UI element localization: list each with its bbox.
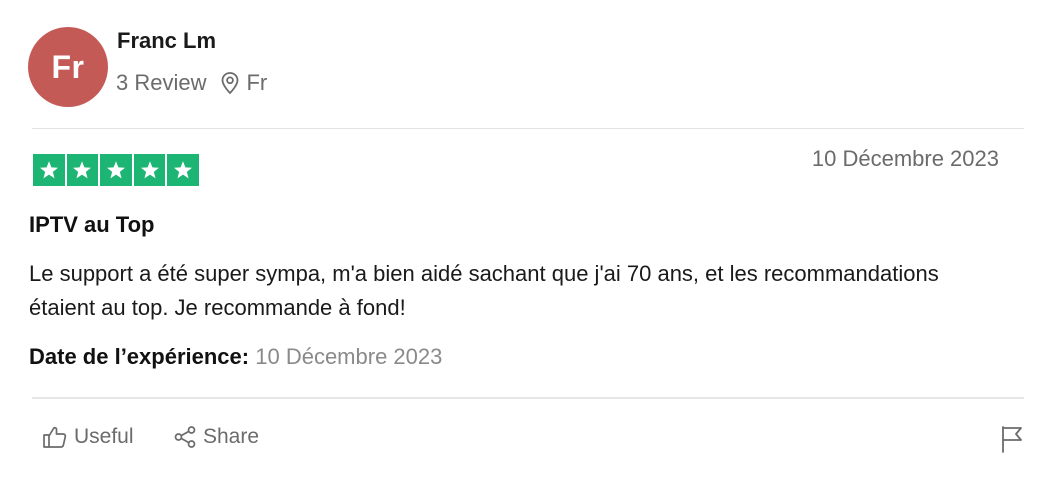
reviewer-name[interactable]: Franc Lm xyxy=(117,28,216,54)
review-date: 10 Décembre 2023 xyxy=(811,146,999,171)
experience-date-value: 10 Décembre 2023 xyxy=(255,344,443,369)
avatar[interactable]: Fr xyxy=(28,27,108,107)
reviewer-meta: 3 Review Fr xyxy=(116,70,267,96)
divider xyxy=(32,128,1024,129)
star-rating xyxy=(33,154,199,186)
reviewer-location: Fr xyxy=(246,70,268,95)
divider xyxy=(32,397,1024,399)
experience-date-label: Date de l’expérience: xyxy=(29,344,250,369)
report-button[interactable] xyxy=(1000,425,1024,453)
review-title: IPTV au Top xyxy=(29,212,155,237)
star-icon xyxy=(100,154,132,186)
star-icon xyxy=(167,154,199,186)
flag-icon xyxy=(1002,426,1022,453)
useful-label: Useful xyxy=(74,425,134,448)
useful-button[interactable]: Useful xyxy=(42,425,134,449)
location-pin-icon xyxy=(220,71,240,95)
share-icon xyxy=(174,426,196,448)
review-body: Le support a été super sympa, m'a bien a… xyxy=(29,261,939,320)
share-label: Share xyxy=(203,425,260,448)
share-button[interactable]: Share xyxy=(173,425,259,449)
star-icon xyxy=(66,154,99,186)
review-count: 3 Review xyxy=(116,70,207,95)
thumbs-up-icon xyxy=(43,426,67,448)
star-icon xyxy=(133,154,166,186)
experience-date: Date de l’expérience: 10 Décembre 2023 xyxy=(29,344,442,370)
star-icon xyxy=(33,154,65,186)
